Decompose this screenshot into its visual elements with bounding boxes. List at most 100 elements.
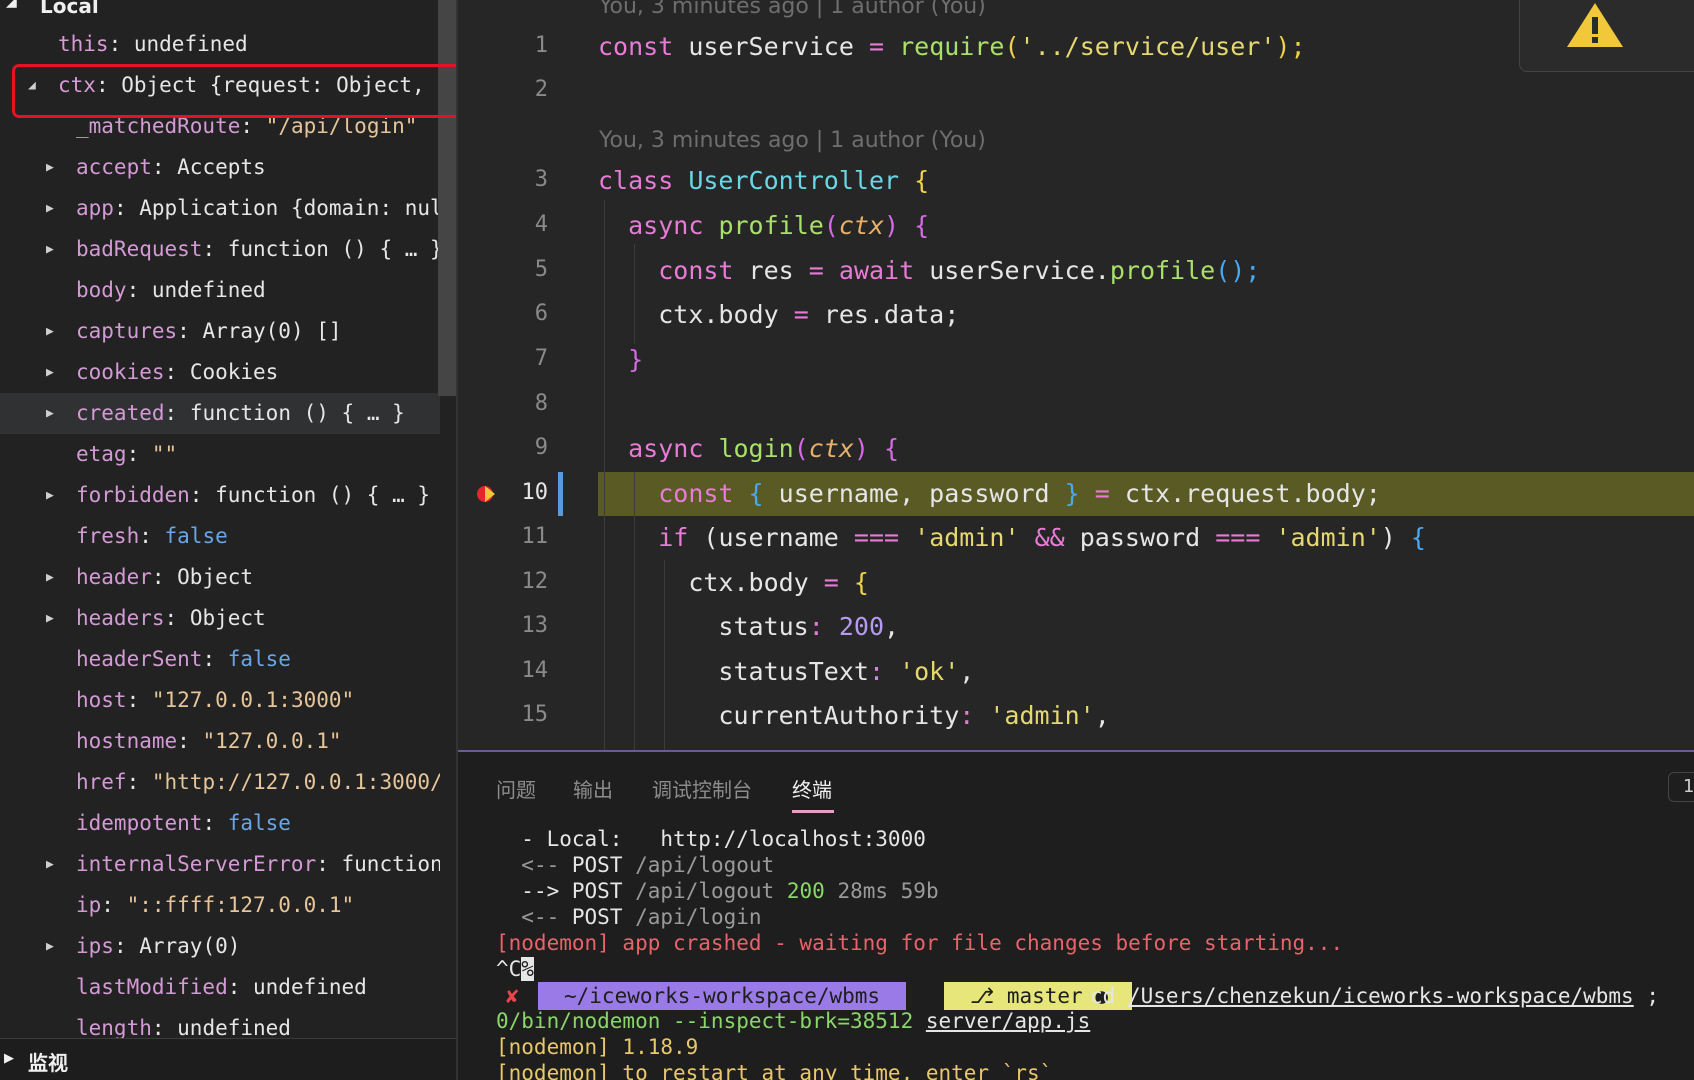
warning-notification[interactable]: [1519, 0, 1694, 72]
variable-row-lastmodified[interactable]: lastModified: undefined: [0, 967, 440, 1008]
variable-row-badrequest[interactable]: ▶ badRequest: function () { … }: [0, 229, 440, 270]
token-brace: {: [1410, 523, 1426, 552]
line-number[interactable]: 4: [458, 212, 548, 237]
code-line-6[interactable]: ctx.body = res.data;: [598, 293, 959, 337]
line-number[interactable]: 15: [458, 702, 549, 727]
variable-value: undefined: [253, 975, 367, 999]
variable-row-forbidden[interactable]: ▶ forbidden: function () { … }: [0, 475, 440, 516]
terminal-text: [nodemon] 1.18.9: [496, 1035, 699, 1059]
variable-row-accept[interactable]: ▶ accept: Accepts: [0, 147, 440, 188]
variable-row-ctx[interactable]: ◢ ctx: Object {request: Object, r…: [0, 65, 440, 106]
code-line-15[interactable]: currentAuthority: 'admin',: [598, 694, 1109, 738]
caret-right-icon[interactable]: ▶: [46, 311, 60, 352]
code-line-10[interactable]: const { username, password } = ctx.reque…: [598, 472, 1381, 516]
line-number[interactable]: 3: [458, 167, 548, 192]
line-number[interactable]: 12: [458, 569, 549, 594]
code-line-4[interactable]: async profile(ctx) {: [598, 204, 929, 248]
line-number[interactable]: 2: [458, 77, 548, 102]
token-operator: =: [793, 300, 809, 329]
line-number[interactable]: 6: [458, 301, 548, 326]
variable-row-this[interactable]: this: undefined: [0, 24, 440, 65]
git-blame-annotation[interactable]: You, 3 minutes ago | 1 author (You): [599, 128, 986, 153]
token-string: 'admin': [914, 523, 1020, 552]
code-line-14[interactable]: statusText: 'ok',: [598, 650, 974, 694]
variable-row-etag[interactable]: etag: "": [0, 434, 440, 475]
caret-right-icon[interactable]: ▶: [46, 557, 60, 598]
code-line-3[interactable]: class UserController {: [598, 159, 929, 203]
variable-row-created[interactable]: ▶ created: function () { … }: [0, 393, 440, 434]
tab-terminal[interactable]: 终端: [792, 774, 832, 803]
caret-right-icon[interactable]: ▶: [46, 844, 60, 885]
code-editor[interactable]: You, 3 minutes ago | 1 author (You) You,…: [458, 0, 1694, 750]
token-property: statusText: [718, 657, 869, 686]
variables-scrollbar[interactable]: [438, 0, 456, 396]
variable-row-host[interactable]: host: "127.0.0.1:3000": [0, 680, 440, 721]
line-number[interactable]: 14: [458, 658, 549, 683]
variable-value: function…: [341, 852, 440, 876]
line-number[interactable]: 5: [458, 257, 548, 282]
terminal-line: [nodemon] 1.18.9: [496, 1034, 698, 1060]
tab-debug-console[interactable]: 调试控制台: [652, 774, 752, 803]
variable-row-cookies[interactable]: ▶ cookies: Cookies: [0, 352, 440, 393]
tab-output[interactable]: 输出: [573, 774, 613, 803]
caret-down-icon[interactable]: ◢: [28, 65, 42, 106]
variable-row-hostname[interactable]: hostname: "127.0.0.1": [0, 721, 440, 762]
variable-key: header: [76, 565, 152, 589]
local-section-header[interactable]: ◢ Local: [0, 0, 440, 18]
variable-value: "::ffff:127.0.0.1": [126, 893, 355, 917]
caret-right-icon[interactable]: ▶: [46, 188, 60, 229]
line-number[interactable]: 9: [458, 435, 548, 460]
code-line-7[interactable]: }: [598, 338, 643, 382]
caret-right-icon[interactable]: ▶: [46, 598, 60, 639]
git-blame-annotation[interactable]: You, 3 minutes ago | 1 author (You): [599, 0, 986, 19]
line-number[interactable]: 11: [458, 524, 549, 549]
line-number[interactable]: 1: [458, 33, 548, 58]
variable-row-app[interactable]: ▶ app: Application {domain: nul…: [0, 188, 440, 229]
variable-row-header[interactable]: ▶ header: Object: [0, 557, 440, 598]
variable-row-body[interactable]: body: undefined: [0, 270, 440, 311]
line-number[interactable]: 7: [458, 346, 548, 371]
variable-row-ip[interactable]: ip: "::ffff:127.0.0.1": [0, 885, 440, 926]
variable-row-fresh[interactable]: fresh: false: [0, 516, 440, 557]
terminal-line: [nodemon] to restart at any time, enter …: [496, 1060, 1052, 1080]
token-brace: {: [914, 211, 930, 240]
variable-row-matchedroute[interactable]: _matchedRoute: "/api/login": [0, 106, 440, 147]
token-operator: ===: [853, 523, 900, 552]
line-number[interactable]: 8: [458, 391, 548, 416]
variable-entry: this: undefined: [58, 32, 248, 56]
token-function: profile: [718, 211, 824, 240]
variable-row-captures[interactable]: ▶ captures: Array(0) []: [0, 311, 440, 352]
variable-row-headers[interactable]: ▶ headers: Object: [0, 598, 440, 639]
code-line-9[interactable]: async login(ctx) {: [598, 427, 899, 471]
variable-key: headers: [76, 606, 165, 630]
caret-right-icon[interactable]: ▶: [46, 475, 60, 516]
code-line-11[interactable]: if (username === 'admin' && password ===…: [598, 516, 1426, 560]
variable-row-ips[interactable]: ▶ ips: Array(0): [0, 926, 440, 967]
code-line-13[interactable]: status: 200,: [598, 605, 899, 649]
variable-value: false: [227, 647, 291, 671]
variable-row-internalservererror[interactable]: ▶ internalServerError: function…: [0, 844, 440, 885]
variable-row-idempotent[interactable]: idempotent: false: [0, 803, 440, 844]
caret-right-icon[interactable]: ▶: [46, 147, 60, 188]
tab-problems[interactable]: 问题: [496, 774, 536, 803]
variable-entry: hostname: "127.0.0.1": [76, 729, 342, 753]
variable-row-headersent[interactable]: headerSent: false: [0, 639, 440, 680]
line-number[interactable]: 13: [458, 613, 549, 638]
code-line-12[interactable]: ctx.body = {: [598, 561, 869, 605]
caret-right-icon[interactable]: ▶: [46, 393, 60, 434]
caret-right-icon[interactable]: ▶: [46, 926, 60, 967]
dirty-line-marker: [558, 472, 563, 516]
variable-key: host: [76, 688, 127, 712]
breakpoint-icon[interactable]: [476, 484, 496, 504]
code-line-1[interactable]: const userService = require('../service/…: [598, 25, 1306, 69]
watch-section-header[interactable]: ▶ 监视: [0, 1038, 456, 1080]
variable-row-href[interactable]: href: "http://127.0.0.1:3000/…: [0, 762, 440, 803]
line-number[interactable]: 10: [458, 480, 549, 505]
caret-right-icon[interactable]: ▶: [46, 352, 60, 393]
token-identifier: res.data;: [823, 300, 960, 329]
terminal-count-badge[interactable]: 1: [1668, 772, 1694, 802]
variable-value: undefined: [151, 278, 266, 302]
code-line-5[interactable]: const res = await userService.profile();: [598, 249, 1260, 293]
caret-right-icon[interactable]: ▶: [46, 229, 60, 270]
token-property: currentAuthority: [718, 701, 960, 730]
